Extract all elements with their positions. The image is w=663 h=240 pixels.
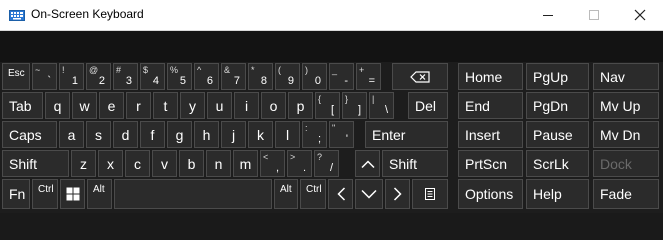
keyboard-header-band (0, 31, 663, 62)
key-symbol-7[interactable]: & 7 (221, 63, 246, 90)
key-ctrl-right[interactable]: Ctrl (300, 179, 326, 209)
key-punct-0[interactable]: :; (302, 121, 327, 148)
title-bar: On-Screen Keyboard (0, 0, 663, 31)
key-letter-m[interactable]: m (233, 150, 258, 177)
backspace-icon (410, 70, 430, 83)
key-letter-o[interactable]: o (261, 92, 286, 119)
context-menu-icon (425, 188, 435, 200)
nav-key-nav[interactable]: Nav (593, 63, 659, 90)
key-shift-left[interactable]: Shift (2, 150, 69, 177)
nav-key-pause[interactable]: Pause (526, 121, 589, 148)
minimize-icon (542, 14, 553, 16)
nav-key-pgup[interactable]: PgUp (526, 63, 589, 90)
key-symbol-0[interactable]: ~ ` (32, 63, 57, 90)
key-symbol-4[interactable]: $4 (140, 63, 165, 90)
key-bracket-1[interactable]: }] (342, 92, 367, 119)
nav-key-fade[interactable]: Fade (593, 179, 659, 209)
chevron-left-icon (336, 187, 345, 201)
key-caps[interactable]: Caps (2, 121, 57, 148)
key-punct-r4-1[interactable]: >. (287, 150, 312, 177)
key-symbol-10[interactable]: ) 0 (302, 63, 327, 90)
key-bracket-0[interactable]: {[ (315, 92, 340, 119)
key-left[interactable] (328, 179, 353, 209)
key-letter-i[interactable]: i (234, 92, 259, 119)
key-letter-v[interactable]: v (152, 150, 177, 177)
key-symbol-2[interactable]: @2 (86, 63, 111, 90)
key-symbol-6[interactable]: ^ 6 (194, 63, 219, 90)
nav-key-mv-up[interactable]: Mv Up (593, 92, 659, 119)
nav-key-home[interactable]: Home (458, 63, 523, 90)
maximize-button[interactable] (571, 0, 617, 30)
nav-key-help[interactable]: Help (526, 179, 589, 209)
key-letter-s[interactable]: s (86, 121, 111, 148)
key-letter-h[interactable]: h (194, 121, 219, 148)
key-right[interactable] (385, 179, 410, 209)
key-symbol-12[interactable]: + = (356, 63, 381, 90)
key-letter-c[interactable]: c (125, 150, 150, 177)
key-down[interactable] (355, 179, 383, 209)
key-fn[interactable]: Fn (2, 179, 30, 209)
key-windows[interactable] (60, 179, 85, 209)
key-letter-e[interactable]: e (99, 92, 124, 119)
close-button[interactable] (617, 0, 663, 30)
key-letter-q[interactable]: q (45, 92, 70, 119)
key-shift-right[interactable]: Shift (382, 150, 448, 177)
key-del[interactable]: Del (408, 92, 448, 119)
key-symbol-1[interactable]: ! 1 (59, 63, 84, 90)
key-letter-x[interactable]: x (98, 150, 123, 177)
nav-key-prtscn[interactable]: PrtScn (458, 150, 523, 177)
chevron-up-icon (360, 159, 375, 168)
key-letter-z[interactable]: z (71, 150, 96, 177)
key-up[interactable] (355, 150, 380, 177)
chevron-right-icon (393, 187, 402, 201)
chevron-down-icon (361, 189, 377, 199)
key-symbol-11[interactable]: _ - (329, 63, 354, 90)
key-letter-d[interactable]: d (113, 121, 138, 148)
key-punct-r4-0[interactable]: <, (260, 150, 285, 177)
key-letter-g[interactable]: g (167, 121, 192, 148)
nav-key-insert[interactable]: Insert (458, 121, 523, 148)
key-letter-u[interactable]: u (207, 92, 232, 119)
key-esc[interactable]: Esc (2, 63, 30, 90)
keyboard-app-icon (9, 10, 25, 21)
close-icon (634, 9, 646, 21)
key-letter-a[interactable]: a (59, 121, 84, 148)
key-letter-k[interactable]: k (248, 121, 273, 148)
key-letter-l[interactable]: l (275, 121, 300, 148)
nav-key-scrlk[interactable]: ScrLk (526, 150, 589, 177)
window-title: On-Screen Keyboard (31, 7, 144, 21)
key-letter-p[interactable]: p (288, 92, 313, 119)
key-letter-w[interactable]: w (72, 92, 97, 119)
key-context-menu[interactable] (412, 179, 448, 209)
key-letter-f[interactable]: f (140, 121, 165, 148)
key-alt-left[interactable]: Alt (87, 179, 112, 209)
maximize-icon (588, 9, 599, 20)
key-letter-t[interactable]: t (153, 92, 178, 119)
key-bracket-2[interactable]: | \ (369, 92, 394, 119)
minimize-button[interactable] (525, 0, 571, 30)
key-symbol-3[interactable]: #3 (113, 63, 138, 90)
nav-key-mv-dn[interactable]: Mv Dn (593, 121, 659, 148)
key-space[interactable] (114, 179, 272, 209)
key-symbol-5[interactable]: % 5 (167, 63, 192, 90)
nav-key-dock[interactable]: Dock (593, 150, 659, 177)
nav-key-end[interactable]: End (458, 92, 523, 119)
key-letter-b[interactable]: b (179, 150, 204, 177)
key-letter-r[interactable]: r (126, 92, 151, 119)
key-symbol-8[interactable]: * 8 (248, 63, 273, 90)
key-punct-1[interactable]: " ' (329, 121, 354, 148)
key-alt-right[interactable]: Alt (274, 179, 298, 209)
key-letter-j[interactable]: j (221, 121, 246, 148)
nav-key-options[interactable]: Options (458, 179, 523, 209)
windows-logo-icon (66, 187, 79, 201)
key-tab[interactable]: Tab (2, 92, 43, 119)
key-letter-y[interactable]: y (180, 92, 205, 119)
key-ctrl-left[interactable]: Ctrl (32, 179, 58, 209)
key-enter[interactable]: Enter (365, 121, 448, 148)
key-symbol-9[interactable]: (9 (275, 63, 300, 90)
key-backspace[interactable] (392, 63, 448, 90)
nav-key-pgdn[interactable]: PgDn (526, 92, 589, 119)
key-punct-r4-2[interactable]: ? / (314, 150, 339, 177)
key-letter-n[interactable]: n (206, 150, 231, 177)
